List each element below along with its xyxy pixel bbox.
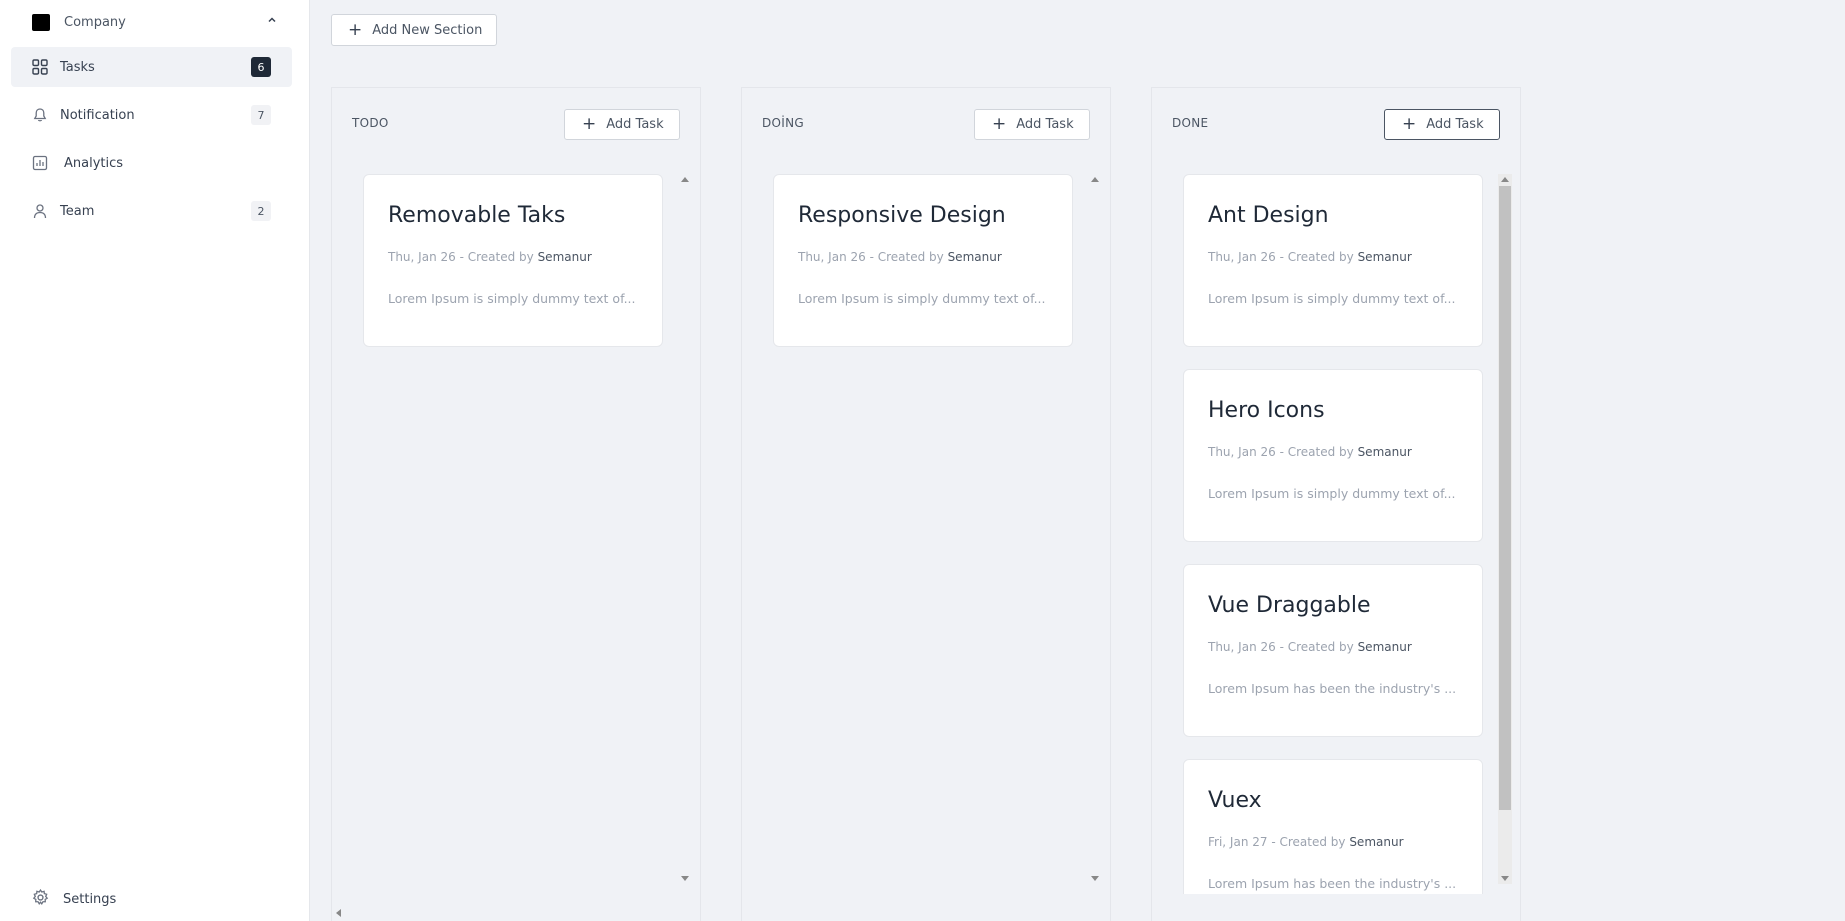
card-title: Hero Icons: [1208, 398, 1325, 423]
scroll-down-arrow-icon[interactable]: [681, 876, 689, 881]
card-description: Lorem Ipsum is simply dummy text of...: [1208, 291, 1456, 306]
sidebar-item-label: Settings: [63, 891, 117, 907]
sidebar-item-analytics[interactable]: Analytics: [11, 143, 292, 183]
sidebar-item-label: Tasks: [60, 59, 95, 75]
sidebar-item-notification[interactable]: Notification 7: [11, 95, 292, 135]
card-meta: Thu, Jan 26 - Created by Semanur: [1208, 640, 1412, 654]
sidebar-item-tasks[interactable]: Tasks 6: [11, 47, 292, 87]
task-card[interactable]: Hero Icons Thu, Jan 26 - Created by Sema…: [1183, 369, 1483, 542]
task-card[interactable]: Vue Draggable Thu, Jan 26 - Created by S…: [1183, 564, 1483, 737]
card-title: Ant Design: [1208, 203, 1329, 228]
card-list: Ant Design Thu, Jan 26 - Created by Sema…: [1183, 174, 1483, 894]
created-by-text: - Created by: [1275, 250, 1358, 264]
task-card[interactable]: Vuex Fri, Jan 27 - Created by Semanur Lo…: [1183, 759, 1483, 894]
created-by-text: - Created by: [1275, 445, 1358, 459]
created-by-text: - Created by: [1275, 640, 1358, 654]
sidebar-item-team[interactable]: Team 2: [11, 191, 292, 231]
card-date: Thu, Jan 26: [1208, 640, 1276, 654]
grid-icon: [31, 58, 49, 76]
add-section-button[interactable]: + Add New Section: [331, 14, 497, 46]
scroll-down-arrow-icon[interactable]: [1091, 876, 1099, 881]
scrollbar-thumb[interactable]: [1499, 186, 1511, 810]
card-title: Responsive Design: [798, 203, 1006, 228]
card-description: Lorem Ipsum has been the industry's ...: [1208, 681, 1457, 696]
chevron-up-icon[interactable]: [266, 14, 278, 26]
column-scrollbar[interactable]: [678, 174, 692, 884]
created-by-text: - Created by: [865, 250, 948, 264]
created-by-text: - Created by: [1267, 835, 1350, 849]
company-logo: [32, 13, 50, 31]
card-list: Removable Taks Thu, Jan 26 - Created by …: [363, 174, 663, 894]
add-task-label: Add Task: [1426, 117, 1484, 132]
company-name: Company: [64, 14, 126, 30]
column-title: DONE: [1172, 116, 1209, 130]
card-meta: Thu, Jan 26 - Created by Semanur: [1208, 250, 1412, 264]
plus-icon: +: [1402, 114, 1417, 134]
chart-icon: [31, 154, 49, 172]
company-switcher[interactable]: Company: [32, 12, 282, 32]
column-scrollbar[interactable]: [1498, 174, 1512, 884]
task-card[interactable]: Removable Taks Thu, Jan 26 - Created by …: [363, 174, 663, 347]
sidebar-item-label: Notification: [60, 107, 135, 123]
card-author: Semanur: [947, 250, 1002, 264]
card-meta: Thu, Jan 26 - Created by Semanur: [388, 250, 592, 264]
add-task-button[interactable]: + Add Task: [564, 109, 680, 140]
add-task-label: Add Task: [1016, 117, 1074, 132]
card-author: Semanur: [1357, 640, 1412, 654]
card-meta: Thu, Jan 26 - Created by Semanur: [1208, 445, 1412, 459]
scroll-left-arrow-icon[interactable]: [336, 909, 341, 917]
column-title: TODO: [352, 116, 389, 130]
user-icon: [31, 202, 49, 220]
sidebar: Company Tasks 6 Notification 7 Analytics…: [0, 0, 310, 921]
column-scrollbar[interactable]: [1088, 174, 1102, 884]
task-card[interactable]: Ant Design Thu, Jan 26 - Created by Sema…: [1183, 174, 1483, 347]
scroll-up-arrow-icon[interactable]: [1091, 177, 1099, 182]
team-count-badge: 2: [251, 201, 271, 221]
card-date: Thu, Jan 26: [388, 250, 456, 264]
card-date: Thu, Jan 26: [798, 250, 866, 264]
task-card[interactable]: Responsive Design Thu, Jan 26 - Created …: [773, 174, 1073, 347]
card-title: Vue Draggable: [1208, 593, 1371, 618]
scroll-up-arrow-icon[interactable]: [681, 177, 689, 182]
tasks-count-badge: 6: [251, 57, 271, 77]
column-todo: TODO + Add Task Removable Taks Thu, Jan …: [331, 87, 701, 921]
add-task-label: Add Task: [606, 117, 664, 132]
column-title: DOİNG: [762, 116, 804, 130]
card-description: Lorem Ipsum has been the industry's ...: [1208, 876, 1457, 891]
scroll-up-arrow-icon[interactable]: [1501, 177, 1509, 182]
card-description: Lorem Ipsum is simply dummy text of...: [388, 291, 636, 306]
column-doing: DOİNG + Add Task Responsive Design Thu, …: [741, 87, 1111, 921]
card-description: Lorem Ipsum is simply dummy text of...: [798, 291, 1046, 306]
sidebar-item-settings[interactable]: Settings: [32, 888, 117, 910]
card-author: Semanur: [537, 250, 592, 264]
sidebar-item-label: Analytics: [64, 155, 124, 171]
created-by-text: - Created by: [455, 250, 538, 264]
bell-icon: [31, 106, 49, 124]
card-description: Lorem Ipsum is simply dummy text of...: [1208, 486, 1456, 501]
notification-count-badge: 7: [251, 105, 271, 125]
card-title: Removable Taks: [388, 203, 566, 228]
add-section-label: Add New Section: [372, 22, 483, 38]
card-date: Fri, Jan 27: [1208, 835, 1268, 849]
sidebar-item-label: Team: [60, 203, 95, 219]
card-meta: Thu, Jan 26 - Created by Semanur: [798, 250, 1002, 264]
card-meta: Fri, Jan 27 - Created by Semanur: [1208, 835, 1404, 849]
card-author: Semanur: [1357, 250, 1412, 264]
card-author: Semanur: [1349, 835, 1404, 849]
plus-icon: +: [582, 114, 597, 134]
add-task-button[interactable]: + Add Task: [974, 109, 1090, 140]
plus-icon: +: [992, 114, 1007, 134]
add-task-button[interactable]: + Add Task: [1384, 109, 1500, 140]
gear-icon: [32, 888, 49, 910]
card-date: Thu, Jan 26: [1208, 445, 1276, 459]
column-done: DONE + Add Task Ant Design Thu, Jan 26 -…: [1151, 87, 1521, 921]
scroll-down-arrow-icon[interactable]: [1501, 876, 1509, 881]
card-title: Vuex: [1208, 788, 1262, 813]
card-author: Semanur: [1357, 445, 1412, 459]
plus-icon: +: [348, 19, 363, 40]
card-date: Thu, Jan 26: [1208, 250, 1276, 264]
card-list: Responsive Design Thu, Jan 26 - Created …: [773, 174, 1073, 894]
